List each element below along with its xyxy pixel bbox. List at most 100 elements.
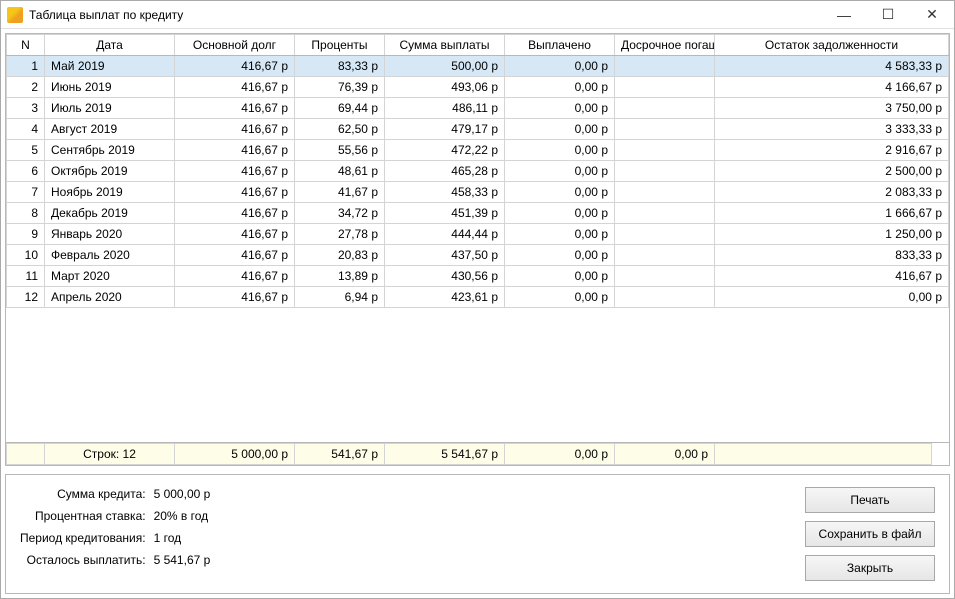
close-button[interactable]: Закрыть [805,555,935,581]
cell-early [615,266,715,287]
cell-paid: 0,00 р [505,182,615,203]
close-window-button[interactable]: ✕ [910,1,954,28]
col-header-balance[interactable]: Остаток задолженности [715,35,949,56]
cell-paid: 0,00 р [505,224,615,245]
summary-amount-label: Сумма кредита: [20,487,146,501]
cell-interest: 62,50 р [295,119,385,140]
cell-payment: 486,11 р [385,98,505,119]
table-row[interactable]: 3Июль 2019416,67 р69,44 р486,11 р0,00 р3… [7,98,949,119]
cell-balance: 1 250,00 р [715,224,949,245]
window-title: Таблица выплат по кредиту [29,8,822,22]
summary-panel: Сумма кредита: 5 000,00 р Процентная ста… [5,474,950,594]
summary-period-label: Период кредитования: [20,531,146,545]
cell-interest: 20,83 р [295,245,385,266]
table-header-row: N Дата Основной долг Проценты Сумма выпл… [7,35,949,56]
footer-balance-total [715,444,932,465]
cell-early [615,77,715,98]
cell-early [615,224,715,245]
cell-balance: 3 750,00 р [715,98,949,119]
cell-balance: 416,67 р [715,266,949,287]
footer-paid-total: 0,00 р [505,444,615,465]
cell-principal: 416,67 р [175,119,295,140]
table-row[interactable]: 10Февраль 2020416,67 р20,83 р437,50 р0,0… [7,245,949,266]
col-header-n[interactable]: N [7,35,45,56]
col-header-paid[interactable]: Выплачено [505,35,615,56]
cell-payment: 451,39 р [385,203,505,224]
cell-n: 4 [7,119,45,140]
footer-blank [7,444,45,465]
cell-n: 10 [7,245,45,266]
summary-rate-label: Процентная ставка: [20,509,146,523]
cell-n: 7 [7,182,45,203]
maximize-button[interactable]: ☐ [866,1,910,28]
table-row[interactable]: 9Январь 2020416,67 р27,78 р444,44 р0,00 … [7,224,949,245]
table-row[interactable]: 5Сентябрь 2019416,67 р55,56 р472,22 р0,0… [7,140,949,161]
cell-interest: 48,61 р [295,161,385,182]
print-button[interactable]: Печать [805,487,935,513]
cell-principal: 416,67 р [175,161,295,182]
cell-date: Май 2019 [45,56,175,77]
cell-payment: 479,17 р [385,119,505,140]
cell-early [615,287,715,308]
cell-balance: 1 666,67 р [715,203,949,224]
app-icon [7,7,23,23]
table-row[interactable]: 6Октябрь 2019416,67 р48,61 р465,28 р0,00… [7,161,949,182]
cell-principal: 416,67 р [175,182,295,203]
cell-date: Январь 2020 [45,224,175,245]
cell-paid: 0,00 р [505,98,615,119]
cell-interest: 13,89 р [295,266,385,287]
cell-date: Июль 2019 [45,98,175,119]
save-to-file-button[interactable]: Сохранить в файл [805,521,935,547]
cell-paid: 0,00 р [505,266,615,287]
cell-interest: 27,78 р [295,224,385,245]
cell-balance: 4 166,67 р [715,77,949,98]
cell-payment: 444,44 р [385,224,505,245]
table-row[interactable]: 2Июнь 2019416,67 р76,39 р493,06 р0,00 р4… [7,77,949,98]
cell-n: 11 [7,266,45,287]
cell-payment: 493,06 р [385,77,505,98]
cell-date: Июнь 2019 [45,77,175,98]
cell-interest: 41,67 р [295,182,385,203]
cell-payment: 500,00 р [385,56,505,77]
table-row[interactable]: 8Декабрь 2019416,67 р34,72 р451,39 р0,00… [7,203,949,224]
cell-interest: 83,33 р [295,56,385,77]
cell-n: 9 [7,224,45,245]
col-header-date[interactable]: Дата [45,35,175,56]
cell-interest: 69,44 р [295,98,385,119]
cell-interest: 6,94 р [295,287,385,308]
cell-interest: 76,39 р [295,77,385,98]
cell-n: 2 [7,77,45,98]
cell-interest: 34,72 р [295,203,385,224]
cell-principal: 416,67 р [175,287,295,308]
col-header-principal[interactable]: Основной долг [175,35,295,56]
col-header-early[interactable]: Досрочное погашение [615,35,715,56]
cell-paid: 0,00 р [505,161,615,182]
cell-early [615,245,715,266]
cell-principal: 416,67 р [175,140,295,161]
payment-table-container: N Дата Основной долг Проценты Сумма выпл… [5,33,950,466]
col-header-interest[interactable]: Проценты [295,35,385,56]
cell-date: Август 2019 [45,119,175,140]
cell-paid: 0,00 р [505,287,615,308]
table-empty-area [6,308,949,442]
cell-principal: 416,67 р [175,98,295,119]
cell-principal: 416,67 р [175,245,295,266]
footer-principal-total: 5 000,00 р [175,444,295,465]
cell-paid: 0,00 р [505,140,615,161]
table-row[interactable]: 11Март 2020416,67 р13,89 р430,56 р0,00 р… [7,266,949,287]
cell-early [615,56,715,77]
table-scroll[interactable]: N Дата Основной долг Проценты Сумма выпл… [6,34,949,442]
minimize-button[interactable]: — [822,1,866,28]
col-header-payment[interactable]: Сумма выплаты [385,35,505,56]
summary-remaining-value: 5 541,67 р [154,553,211,567]
action-buttons: Печать Сохранить в файл Закрыть [805,487,935,581]
table-row[interactable]: 7Ноябрь 2019416,67 р41,67 р458,33 р0,00 … [7,182,949,203]
table-row[interactable]: 12Апрель 2020416,67 р6,94 р423,61 р0,00 … [7,287,949,308]
cell-balance: 2 083,33 р [715,182,949,203]
table-row[interactable]: 4Август 2019416,67 р62,50 р479,17 р0,00 … [7,119,949,140]
cell-early [615,182,715,203]
table-row[interactable]: 1Май 2019416,67 р83,33 р500,00 р0,00 р4 … [7,56,949,77]
cell-n: 6 [7,161,45,182]
cell-early [615,119,715,140]
cell-date: Октябрь 2019 [45,161,175,182]
